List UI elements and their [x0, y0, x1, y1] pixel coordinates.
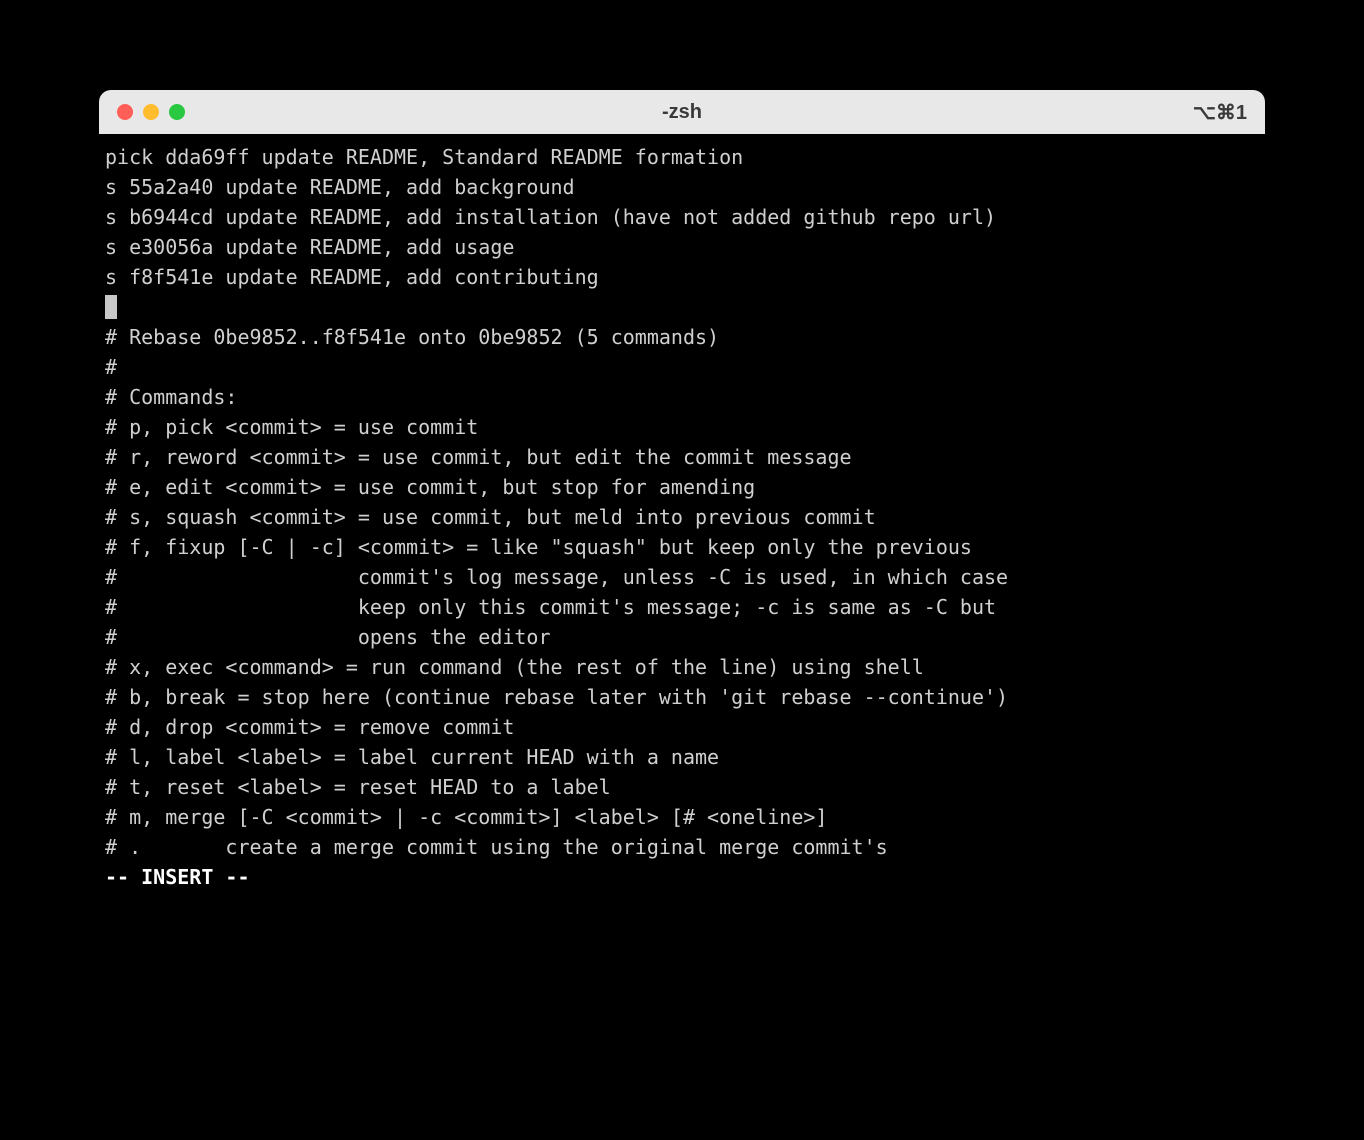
editor-line: s e30056a update README, add usage: [105, 232, 1259, 262]
minimize-button[interactable]: [143, 104, 159, 120]
comment-line: # Commands:: [105, 382, 1259, 412]
editor-line: s 55a2a40 update README, add background: [105, 172, 1259, 202]
editor-line: s f8f541e update README, add contributin…: [105, 262, 1259, 292]
window-titlebar: -zsh ⌥⌘1: [99, 90, 1265, 134]
cursor-line: [105, 292, 1259, 322]
comment-line: # p, pick <commit> = use commit: [105, 412, 1259, 442]
window-title: -zsh: [662, 101, 702, 124]
editor-line: s b6944cd update README, add installatio…: [105, 202, 1259, 232]
comment-line: # e, edit <commit> = use commit, but sto…: [105, 472, 1259, 502]
comment-line: # d, drop <commit> = remove commit: [105, 712, 1259, 742]
comment-line: # . create a merge commit using the orig…: [105, 832, 1259, 862]
cursor-icon: [105, 295, 117, 319]
comment-line: # b, break = stop here (continue rebase …: [105, 682, 1259, 712]
comment-line: # f, fixup [-C | -c] <commit> = like "sq…: [105, 532, 1259, 562]
editor-line: pick dda69ff update README, Standard REA…: [105, 142, 1259, 172]
window-shortcut: ⌥⌘1: [1193, 100, 1247, 125]
vim-mode-line: -- INSERT --: [105, 862, 1259, 892]
comment-line: # commit's log message, unless -C is use…: [105, 562, 1259, 592]
terminal-window: -zsh ⌥⌘1 pick dda69ff update README, Sta…: [99, 90, 1265, 954]
comment-line: # keep only this commit's message; -c is…: [105, 592, 1259, 622]
comment-line: # Rebase 0be9852..f8f541e onto 0be9852 (…: [105, 322, 1259, 352]
comment-line: #: [105, 352, 1259, 382]
terminal-body[interactable]: pick dda69ff update README, Standard REA…: [99, 134, 1265, 954]
comment-line: # x, exec <command> = run command (the r…: [105, 652, 1259, 682]
close-button[interactable]: [117, 104, 133, 120]
comment-line: # s, squash <commit> = use commit, but m…: [105, 502, 1259, 532]
traffic-lights: [117, 104, 185, 120]
comment-line: # l, label <label> = label current HEAD …: [105, 742, 1259, 772]
comment-line: # opens the editor: [105, 622, 1259, 652]
comment-line: # t, reset <label> = reset HEAD to a lab…: [105, 772, 1259, 802]
comment-line: # m, merge [-C <commit> | -c <commit>] <…: [105, 802, 1259, 832]
maximize-button[interactable]: [169, 104, 185, 120]
comment-line: # r, reword <commit> = use commit, but e…: [105, 442, 1259, 472]
